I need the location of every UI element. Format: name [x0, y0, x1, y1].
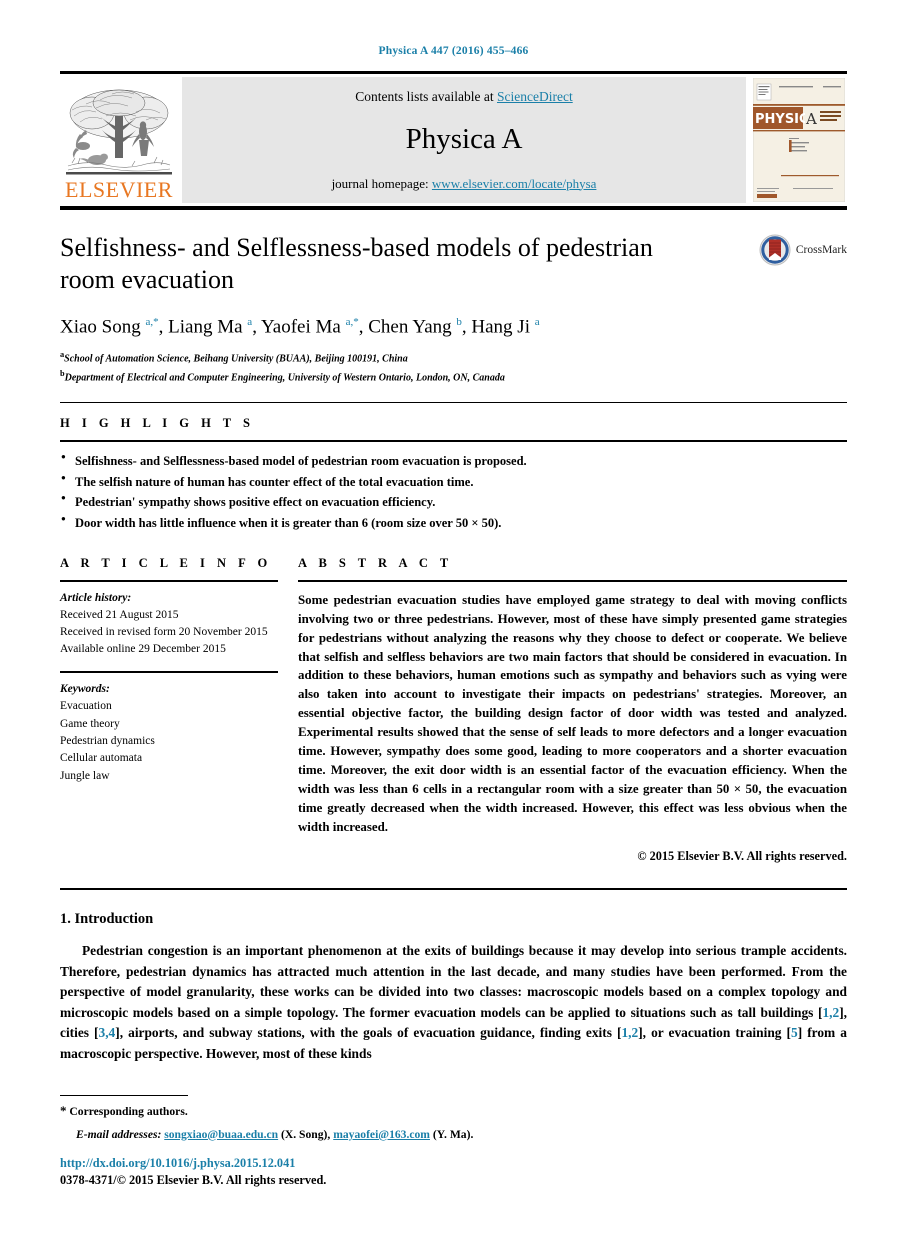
running-head: Physica A 447 (2016) 455–466 [378, 45, 529, 57]
asterisk-marker: * [60, 1103, 67, 1119]
highlights-label: H I G H L I G H T S [60, 416, 255, 431]
article-info-rule [60, 579, 278, 582]
article-info-section: A R T I C L E I N F O Article history: R… [60, 556, 298, 865]
masthead-top-rule [60, 71, 847, 74]
highlights-rule [60, 440, 847, 443]
doi-link[interactable]: http://dx.doi.org/10.1016/j.physa.2015.1… [60, 1156, 847, 1171]
homepage-line: journal homepage: www.elsevier.com/locat… [332, 176, 597, 192]
article-history: Article history: Received 21 August 2015… [60, 590, 278, 659]
keyword-item: Game theory [60, 717, 120, 730]
title-section-rule [60, 402, 847, 404]
issn-copyright-line: 0378-4371/© 2015 Elsevier B.V. All right… [60, 1173, 327, 1187]
list-item: Selfishness- and Selflessness-based mode… [60, 450, 847, 472]
affiliation-text-b: Department of Electrical and Computer En… [64, 372, 505, 384]
highlights-list: Selfishness- and Selflessness-based mode… [60, 450, 847, 534]
elsevier-tree-icon [66, 86, 172, 178]
journal-cover-icon: PHYSICA A [753, 78, 845, 202]
history-line: Available online 29 December 2015 [60, 643, 226, 656]
corresponding-authors-note: * Corresponding authors. [60, 1101, 847, 1121]
highlights-section: H I G H L I G H T S Selfishness- and Sel… [60, 416, 847, 534]
keyword-item: Pedestrian dynamics [60, 735, 155, 748]
masthead-bottom-rule [60, 206, 847, 210]
keywords-block: Keywords: Evacuation Game theory Pedestr… [60, 681, 278, 786]
history-line: Received 21 August 2015 [60, 608, 179, 621]
body-section: 1. Introduction Pedestrian congestion is… [60, 911, 847, 1064]
journal-cover-thumbnail: PHYSICA A [751, 77, 847, 203]
affiliation-a: aSchool of Automation Science, Beihang U… [60, 349, 847, 367]
email-addresses-line: E-mail addresses: songxiao@buaa.edu.cn (… [60, 1126, 847, 1143]
abstract-copyright: © 2015 Elsevier B.V. All rights reserved… [637, 849, 847, 864]
section-heading-introduction: 1. Introduction [60, 911, 154, 928]
abstract-text: Some pedestrian evacuation studies have … [298, 592, 847, 835]
crossmark-label: CrossMark [795, 244, 847, 256]
paper-page: Physica A 447 (2016) 455–466 ELSEVIER Co… [0, 0, 907, 1238]
crossmark-icon [759, 234, 791, 266]
elsevier-wordmark: ELSEVIER [65, 177, 173, 202]
abstract-section: A B S T R A C T Some pedestrian evacuati… [298, 556, 847, 865]
homepage-prefix: journal homepage: [331, 175, 432, 191]
masthead-center: Contents lists available at ScienceDirec… [182, 77, 746, 203]
keywords-title: Keywords: [60, 682, 110, 695]
body-paragraph: Pedestrian congestion is an important ph… [60, 943, 847, 1061]
list-item: Door width has little influence when it … [60, 512, 847, 534]
svg-text:A: A [805, 110, 817, 128]
footnote-rule [60, 1095, 188, 1097]
journal-homepage-link[interactable]: www.elsevier.com/locate/physa [432, 176, 597, 191]
affiliation-b: bDepartment of Electrical and Computer E… [60, 368, 847, 386]
affiliation-text-a: School of Automation Science, Beihang Un… [64, 353, 408, 365]
keyword-item: Evacuation [60, 700, 112, 713]
journal-title: Physica A [405, 122, 523, 155]
page-title: Selfishness- and Selflessness-based mode… [60, 233, 653, 294]
corresponding-authors-text: Corresponding authors. [69, 1105, 188, 1119]
masthead-row: ELSEVIER Contents lists available at Sci… [60, 77, 847, 203]
article-history-title: Article history: [60, 591, 132, 604]
keyword-item: Cellular automata [60, 752, 143, 765]
keyword-item: Jungle law [60, 769, 110, 782]
list-item: Pedestrian' sympathy shows positive effe… [60, 491, 847, 513]
body-top-rule [60, 888, 847, 891]
email-link-song[interactable]: songxiao@buaa.edu.cn [164, 1128, 278, 1141]
article-info-label: A R T I C L E I N F O [60, 555, 272, 570]
crossmark-badge[interactable]: CrossMark [759, 234, 847, 266]
page-footer: * Corresponding authors. E-mail addresse… [60, 1095, 847, 1188]
email-owner-song: (X. Song), [281, 1127, 331, 1141]
author-list: Xiao Song a,*, Liang Ma a, Yaofei Ma a,*… [60, 316, 540, 338]
elsevier-logo: ELSEVIER [60, 77, 178, 203]
history-line: Received in revised form 20 November 201… [60, 626, 268, 639]
abstract-rule [298, 579, 847, 582]
contents-line: Contents lists available at ScienceDirec… [355, 89, 572, 105]
abstract-label: A B S T R A C T [298, 555, 453, 570]
contents-prefix: Contents lists available at [355, 88, 497, 104]
email-label: E-mail addresses: [76, 1127, 162, 1141]
keywords-rule [60, 670, 278, 673]
email-owner-ma: (Y. Ma). [432, 1127, 474, 1141]
email-link-ma[interactable]: mayaofei@163.com [333, 1128, 430, 1141]
list-item: The selfish nature of human has counter … [60, 471, 847, 493]
title-block: CrossMark Selfishness- and Selflessness-… [60, 232, 847, 386]
journal-masthead: ELSEVIER Contents lists available at Sci… [60, 71, 847, 210]
sciencedirect-link[interactable]: ScienceDirect [497, 89, 573, 104]
info-abstract-row: A R T I C L E I N F O Article history: R… [60, 556, 847, 865]
